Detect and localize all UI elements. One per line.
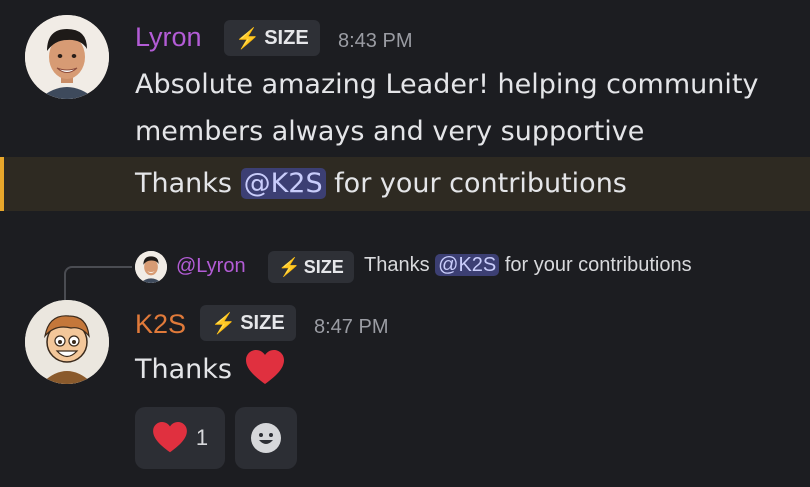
message-text-line: members always and very supportive (135, 116, 645, 147)
reply-preview[interactable]: @Lyron ⚡ SIZE Thanks @K2S for your contr… (0, 250, 810, 284)
text-segment: for your contributions (499, 254, 692, 276)
reply-text: Thanks @K2S for your contributions (364, 254, 692, 277)
text-segment: Thanks (364, 254, 436, 276)
user-mention[interactable]: @K2S (435, 254, 500, 276)
reply-author[interactable]: @Lyron (176, 255, 246, 278)
add-reaction-button[interactable] (235, 407, 297, 469)
reply-server-tag[interactable]: ⚡ SIZE (268, 251, 354, 283)
server-tag[interactable]: ⚡ SIZE (224, 20, 320, 56)
message-text-line-highlighted: Thanks @K2S for your contributions (135, 161, 627, 207)
message-lyron: Lyron ⚡ SIZE 8:43 PM Absolute amazing Le… (0, 0, 810, 215)
server-tag-label: SIZE (240, 311, 285, 334)
reaction-heart[interactable]: 1 (135, 407, 225, 469)
author-name[interactable]: Lyron (135, 22, 202, 53)
avatar-lyron[interactable] (25, 15, 109, 99)
timestamp: 8:43 PM (338, 30, 413, 52)
server-tag-label: SIZE (303, 256, 344, 277)
lightning-icon: ⚡ (211, 312, 237, 335)
author-name[interactable]: K2S (135, 309, 186, 340)
lightning-icon: ⚡ (278, 256, 301, 277)
heart-emoji (245, 350, 284, 384)
server-tag-label: SIZE (264, 26, 309, 49)
reaction-count: 1 (195, 425, 209, 450)
add-reaction-smiley-icon (251, 423, 281, 453)
reply-avatar-lyron (135, 251, 167, 283)
timestamp: 8:47 PM (314, 316, 389, 338)
user-mention[interactable]: @K2S (240, 168, 326, 199)
server-tag[interactable]: ⚡ SIZE (200, 305, 296, 341)
message-text: Thanks (135, 354, 232, 385)
message-text-line: Absolute amazing Leader! helping communi… (135, 69, 759, 100)
text-segment: Thanks (135, 168, 241, 199)
message-k2s: K2S ⚡ SIZE 8:47 PM Thanks 1 (0, 290, 810, 487)
lightning-icon: ⚡ (235, 27, 261, 50)
heart-emoji (152, 422, 187, 453)
message-text-line: Thanks (135, 347, 285, 393)
text-segment: for your contributions (325, 168, 627, 199)
avatar-k2s[interactable] (25, 300, 109, 384)
